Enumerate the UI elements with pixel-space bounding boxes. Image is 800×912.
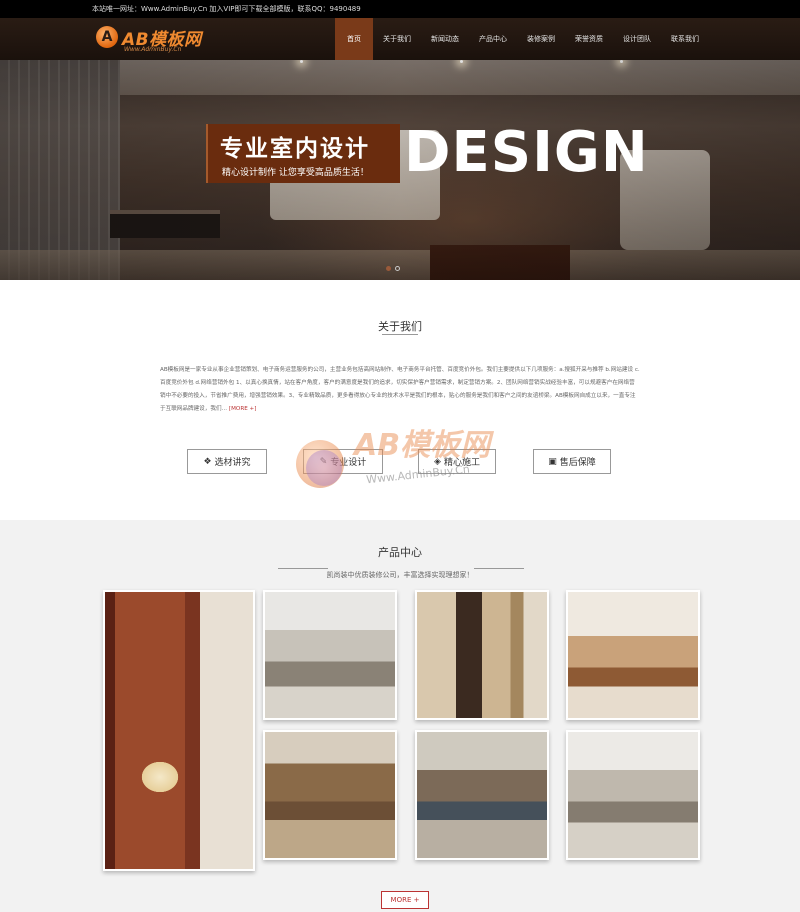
feature-construction-button[interactable]: ◈ 精心施工 bbox=[418, 449, 496, 474]
top-notice-bar: 本站唯一网址：Www.AdminBuy.Cn 加入VIP即可下载全部模版，联系Q… bbox=[0, 0, 800, 18]
feature-label: 精心施工 bbox=[443, 458, 480, 468]
product-image[interactable] bbox=[415, 590, 549, 720]
banner-design-text: DESIGN bbox=[404, 120, 649, 185]
product-photo bbox=[568, 732, 698, 858]
products-subtitle-divider bbox=[474, 568, 524, 569]
site-logo[interactable]: A AB模板网 Www.AdminBuy.Cn bbox=[96, 23, 216, 57]
feature-label: 专业设计 bbox=[330, 458, 367, 468]
nav-item-contact[interactable]: 联系我们 bbox=[661, 18, 709, 60]
site-header: A AB模板网 Www.AdminBuy.Cn 首页 关于我们 新闻动态 产品中… bbox=[0, 18, 800, 60]
feature-label: 选材讲究 bbox=[214, 458, 251, 468]
product-photo bbox=[105, 592, 253, 869]
product-photo bbox=[417, 732, 547, 858]
product-photo bbox=[265, 592, 395, 718]
nav-item-team[interactable]: 设计团队 bbox=[613, 18, 661, 60]
products-section-title: 产品中心 bbox=[378, 546, 422, 559]
cubes-icon: ❖ bbox=[203, 456, 212, 467]
banner-caption-box: 专业室内设计 精心设计制作 让您享受高品质生活！ bbox=[206, 124, 400, 183]
slider-dot[interactable] bbox=[395, 266, 400, 271]
main-nav: 首页 关于我们 新闻动态 产品中心 装修案例 荣誉资质 设计团队 联系我们 bbox=[335, 18, 709, 60]
logo-url: Www.AdminBuy.Cn bbox=[124, 46, 182, 53]
nav-item-products[interactable]: 产品中心 bbox=[469, 18, 517, 60]
banner-shade bbox=[0, 60, 800, 280]
product-image[interactable] bbox=[263, 590, 397, 720]
product-photo bbox=[568, 592, 698, 718]
feature-label: 售后保障 bbox=[559, 458, 596, 468]
monitor-icon: ▣ bbox=[548, 456, 557, 467]
hero-banner[interactable]: 专业室内设计 精心设计制作 让您享受高品质生活！ DESIGN bbox=[0, 60, 800, 280]
feature-aftersales-button[interactable]: ▣ 售后保障 bbox=[533, 449, 611, 474]
product-image[interactable] bbox=[566, 730, 700, 860]
slider-dots bbox=[386, 266, 400, 271]
about-more-link[interactable]: [MORE +] bbox=[229, 406, 256, 412]
nav-item-home[interactable]: 首页 bbox=[335, 18, 373, 60]
banner-subtitle: 精心设计制作 让您享受高品质生活！ bbox=[222, 168, 369, 178]
product-photo bbox=[265, 732, 395, 858]
about-text: AB模板网是一家专业从事企业营销策划、电子商务运营服务的公司，主营业务包括高网站… bbox=[160, 364, 640, 416]
banner-title: 专业室内设计 bbox=[220, 136, 370, 162]
products-more-button[interactable]: MORE + bbox=[381, 891, 429, 909]
about-title-divider bbox=[382, 334, 418, 335]
feature-design-button[interactable]: ✎ 专业设计 bbox=[303, 449, 383, 474]
product-image[interactable] bbox=[415, 730, 549, 860]
nav-item-honors[interactable]: 荣誉资质 bbox=[565, 18, 613, 60]
products-subtitle: 凯尚装中优质装修公司，丰富选择实现理想家！ bbox=[326, 571, 474, 579]
about-section-title: 关于我们 bbox=[378, 320, 422, 333]
product-photo bbox=[417, 592, 547, 718]
slider-dot[interactable] bbox=[386, 266, 391, 271]
shield-icon: ◈ bbox=[434, 456, 441, 467]
product-image[interactable] bbox=[566, 590, 700, 720]
product-image[interactable] bbox=[263, 730, 397, 860]
product-image-large[interactable] bbox=[103, 590, 255, 871]
nav-item-about[interactable]: 关于我们 bbox=[373, 18, 421, 60]
logo-mark-icon: A bbox=[96, 26, 118, 48]
nav-item-news[interactable]: 新闻动态 bbox=[421, 18, 469, 60]
top-notice-text: 本站唯一网址：Www.AdminBuy.Cn 加入VIP即可下载全部模版，联系Q… bbox=[92, 5, 361, 13]
feature-materials-button[interactable]: ❖ 选材讲究 bbox=[187, 449, 267, 474]
nav-item-cases[interactable]: 装修案例 bbox=[517, 18, 565, 60]
design-icon: ✎ bbox=[319, 456, 328, 467]
